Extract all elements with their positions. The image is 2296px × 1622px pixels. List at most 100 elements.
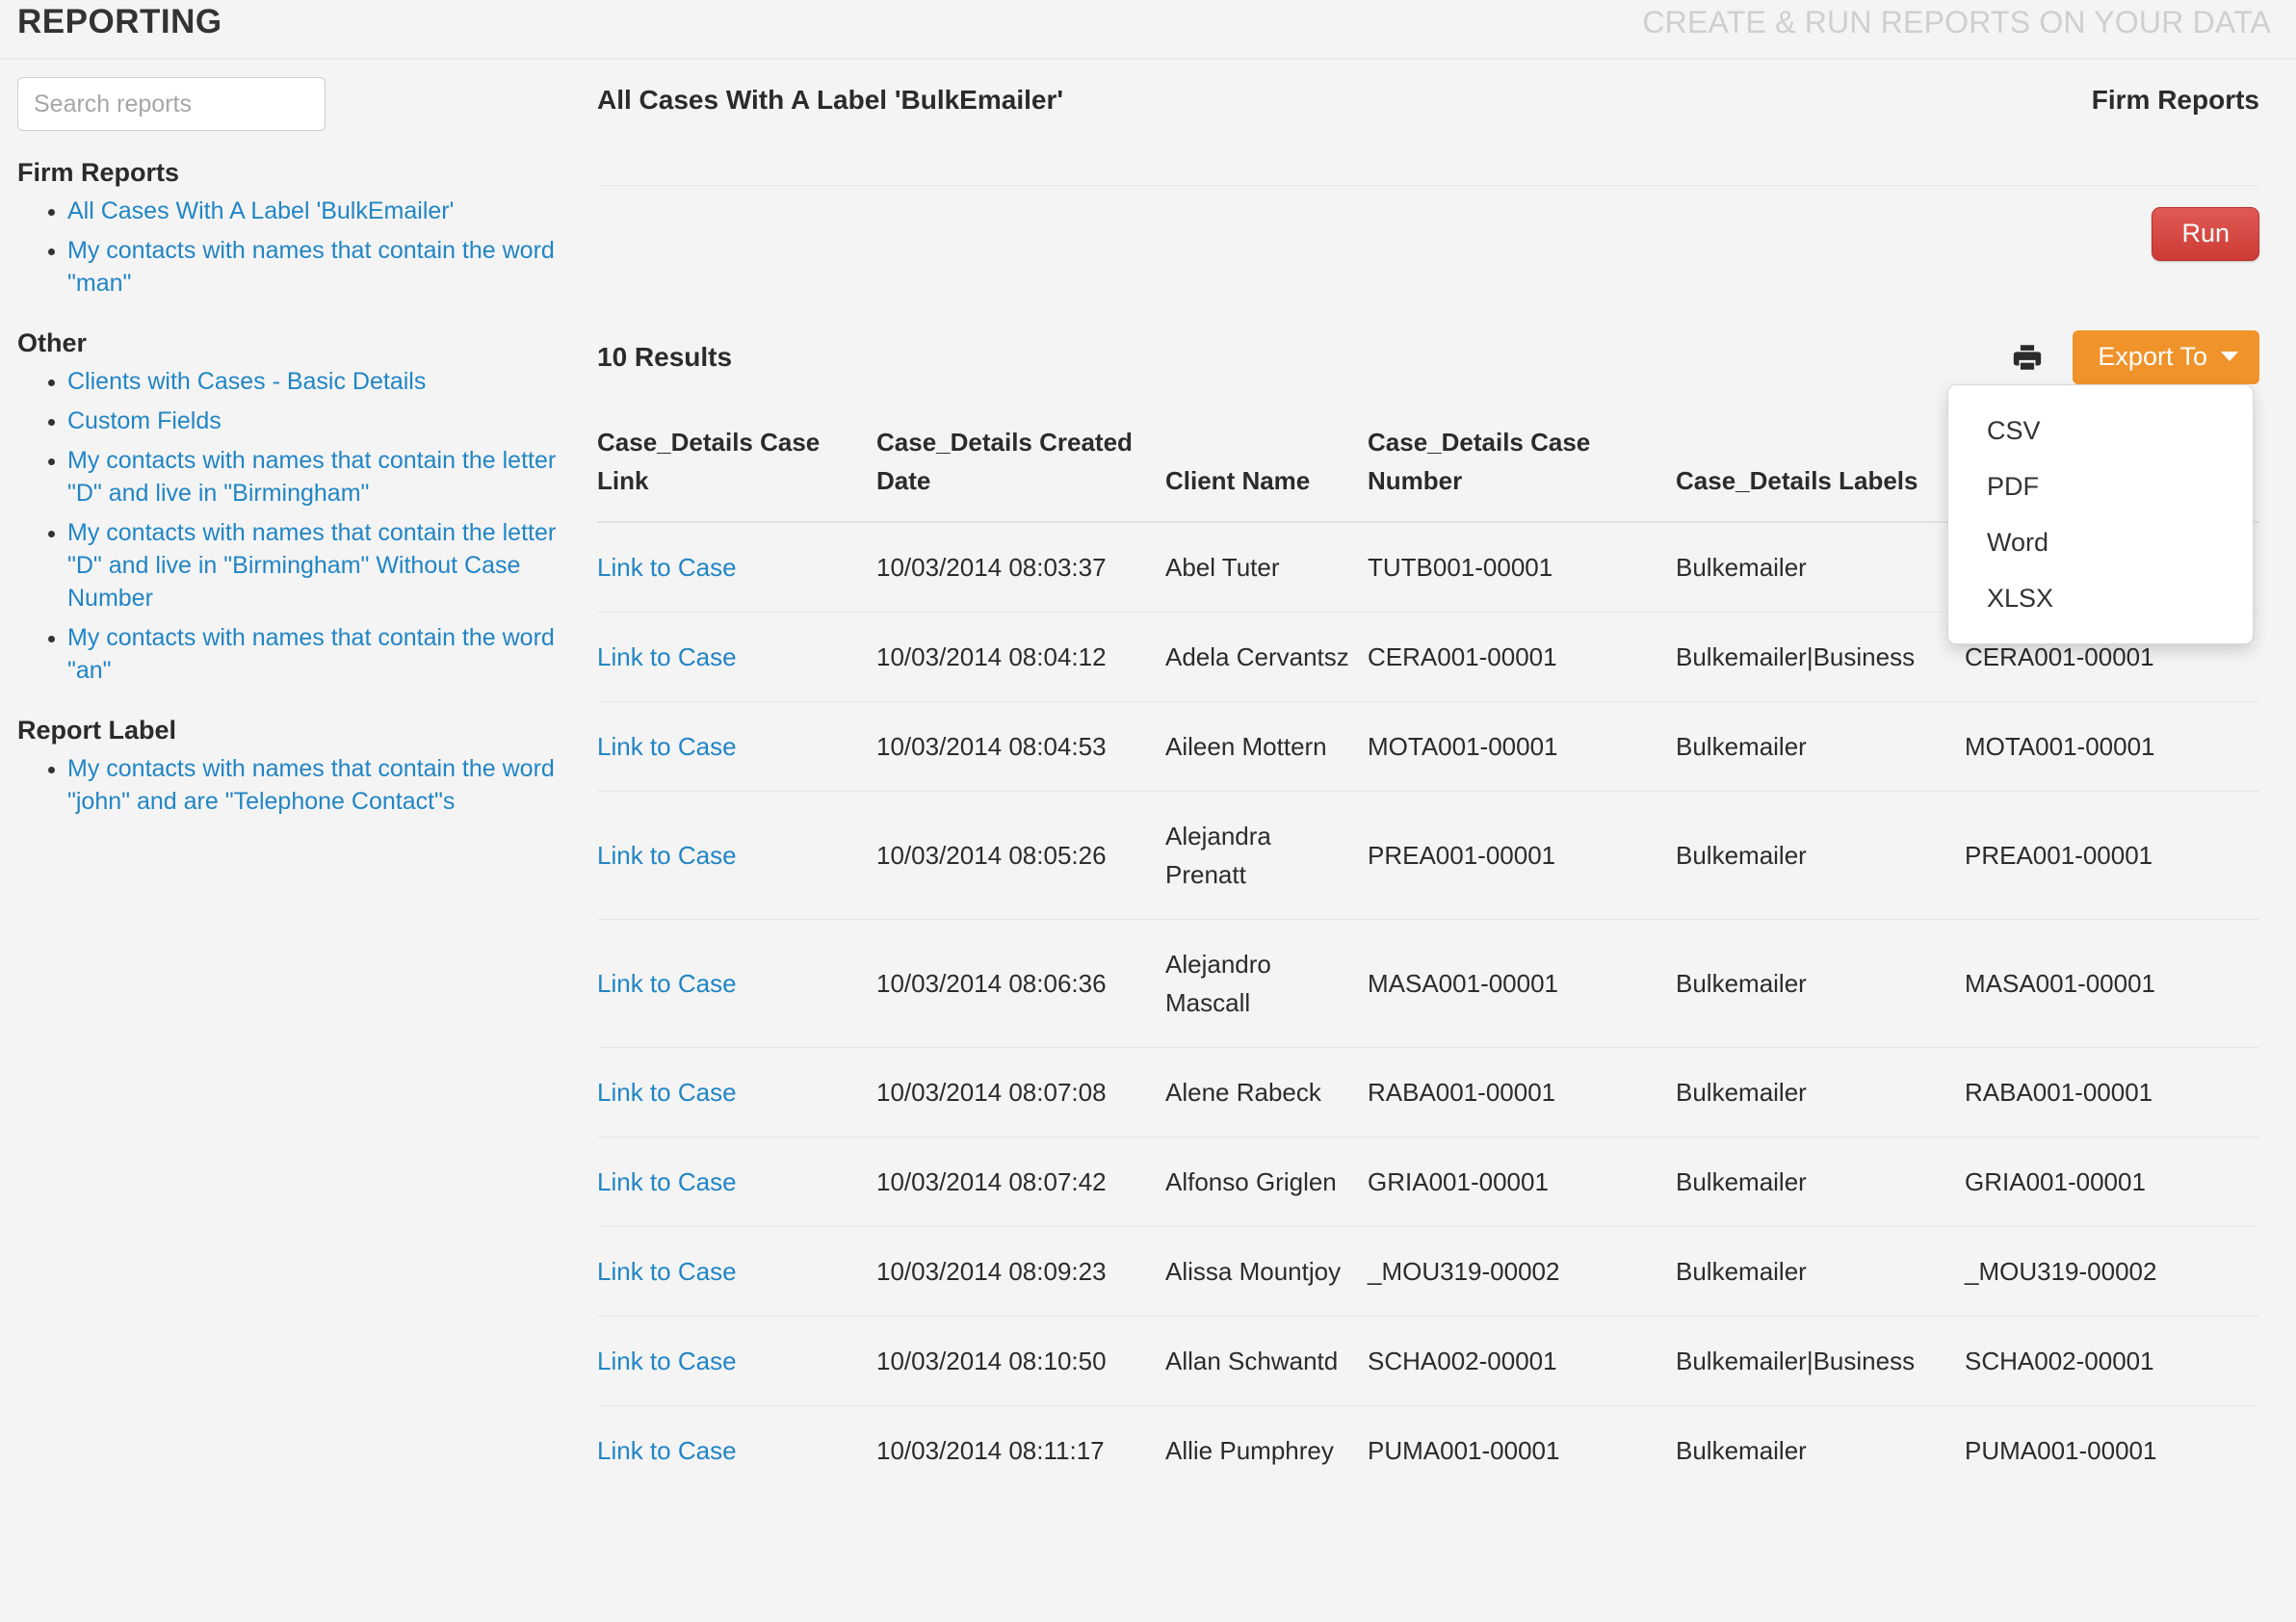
report-group-label: Firm Reports <box>2092 81 2259 119</box>
sidebar-report-link[interactable]: All Cases With A Label 'BulkEmailer' <box>67 197 454 224</box>
link-to-case-link[interactable]: Link to Case <box>597 969 737 998</box>
cell-client-name: Aileen Mottern <box>1165 702 1368 792</box>
list-item: My contacts with names that contain the … <box>67 754 559 820</box>
sidebar-report-link[interactable]: Clients with Cases - Basic Details <box>67 368 426 395</box>
cell-labels: Bulkemailer <box>1676 792 1965 920</box>
cell-created-date: 10/03/2014 08:04:53 <box>876 702 1165 792</box>
page-title: All Cases With A Label 'BulkEmailer' <box>597 81 1063 119</box>
sidebar-list: My contacts with names that contain the … <box>17 754 559 820</box>
run-button[interactable]: Run <box>2152 207 2259 261</box>
cell-case-number: TUTB001-00001 <box>1368 522 1676 613</box>
table-row: Link to Case10/03/2014 08:05:26Alejandra… <box>597 792 2259 920</box>
export-to-button[interactable]: Export To <box>2073 330 2259 384</box>
cell-created-date: 10/03/2014 08:10:50 <box>876 1317 1165 1406</box>
export-to-label: Export To <box>2098 341 2207 372</box>
link-to-case-link[interactable]: Link to Case <box>597 642 737 671</box>
link-to-case-link[interactable]: Link to Case <box>597 553 737 582</box>
cell-case-number-2: RABA001-00001 <box>1965 1048 2259 1138</box>
chevron-down-icon <box>2221 352 2238 361</box>
table-row: Link to Case10/03/2014 08:07:08Alene Rab… <box>597 1048 2259 1138</box>
cell-case-number: MOTA001-00001 <box>1368 702 1676 792</box>
cell-created-date: 10/03/2014 08:03:37 <box>876 522 1165 613</box>
cell-case-link: Link to Case <box>597 1227 876 1317</box>
sidebar-report-link[interactable]: My contacts with names that contain the … <box>67 447 556 507</box>
app-title: REPORTING <box>17 0 222 44</box>
cell-case-link: Link to Case <box>597 1317 876 1406</box>
cell-client-name: Alejandro Mascall <box>1165 920 1368 1048</box>
cell-created-date: 10/03/2014 08:04:12 <box>876 613 1165 702</box>
cell-case-link: Link to Case <box>597 1406 876 1496</box>
table-row: Link to Case10/03/2014 08:06:36Alejandro… <box>597 920 2259 1048</box>
cell-labels: Bulkemailer <box>1676 1227 1965 1317</box>
cell-case-number: RABA001-00001 <box>1368 1048 1676 1138</box>
column-header-case-link: Case_Details Case Link <box>597 423 876 522</box>
sidebar-report-link[interactable]: My contacts with names that contain the … <box>67 237 555 297</box>
sidebar-report-link[interactable]: My contacts with names that contain the … <box>67 519 556 612</box>
cell-case-number-2: GRIA001-00001 <box>1965 1138 2259 1227</box>
cell-case-number-2: MASA001-00001 <box>1965 920 2259 1048</box>
cell-case-link: Link to Case <box>597 792 876 920</box>
list-item: My contacts with names that contain the … <box>67 623 559 689</box>
link-to-case-link[interactable]: Link to Case <box>597 1078 737 1107</box>
cell-created-date: 10/03/2014 08:09:23 <box>876 1227 1165 1317</box>
link-to-case-link[interactable]: Link to Case <box>597 1167 737 1196</box>
cell-case-number-2: PUMA001-00001 <box>1965 1406 2259 1496</box>
list-item: My contacts with names that contain the … <box>67 518 559 616</box>
export-menu-item-csv[interactable]: CSV <box>1948 403 2253 458</box>
cell-created-date: 10/03/2014 08:11:17 <box>876 1406 1165 1496</box>
reports-sidebar: Firm Reports All Cases With A Label 'Bul… <box>0 60 578 826</box>
cell-case-link: Link to Case <box>597 920 876 1048</box>
cell-created-date: 10/03/2014 08:07:08 <box>876 1048 1165 1138</box>
search-reports-input[interactable] <box>17 77 326 131</box>
link-to-case-link[interactable]: Link to Case <box>597 841 737 870</box>
sidebar-report-link[interactable]: My contacts with names that contain the … <box>67 755 555 815</box>
cell-labels: Bulkemailer <box>1676 702 1965 792</box>
cell-case-number: SCHA002-00001 <box>1368 1317 1676 1406</box>
cell-case-link: Link to Case <box>597 522 876 613</box>
cell-labels: Bulkemailer|Business <box>1676 1317 1965 1406</box>
cell-labels: Bulkemailer <box>1676 1406 1965 1496</box>
link-to-case-link[interactable]: Link to Case <box>597 1347 737 1375</box>
cell-case-number: MASA001-00001 <box>1368 920 1676 1048</box>
results-bar: 10 Results Export To <box>595 330 2269 384</box>
cell-case-number: CERA001-00001 <box>1368 613 1676 702</box>
table-row: Link to Case10/03/2014 08:07:42Alfonso G… <box>597 1138 2259 1227</box>
link-to-case-link[interactable]: Link to Case <box>597 1257 737 1286</box>
export-dropdown-menu: CSV PDF Word XLSX <box>1947 384 2254 644</box>
column-header-case-number: Case_Details Case Number <box>1368 423 1676 522</box>
cell-client-name: Allie Pumphrey <box>1165 1406 1368 1496</box>
cell-client-name: Alissa Mountjoy <box>1165 1227 1368 1317</box>
cell-case-number-2: SCHA002-00001 <box>1965 1317 2259 1406</box>
export-menu-item-pdf[interactable]: PDF <box>1948 458 2253 514</box>
link-to-case-link[interactable]: Link to Case <box>597 1436 737 1465</box>
column-header-created-date: Case_Details Created Date <box>876 423 1165 522</box>
list-item: Clients with Cases - Basic Details <box>67 367 559 400</box>
cell-case-link: Link to Case <box>597 613 876 702</box>
cell-client-name: Allan Schwantd <box>1165 1317 1368 1406</box>
cell-labels: Bulkemailer <box>1676 522 1965 613</box>
cell-case-number: PREA001-00001 <box>1368 792 1676 920</box>
sidebar-report-link[interactable]: Custom Fields <box>67 407 222 434</box>
cell-case-link: Link to Case <box>597 1138 876 1227</box>
cell-labels: Bulkemailer <box>1676 1138 1965 1227</box>
results-actions: Export To <box>2011 330 2259 384</box>
list-item: Custom Fields <box>67 406 559 439</box>
export-menu-item-xlsx[interactable]: XLSX <box>1948 570 2253 626</box>
cell-case-number-2: _MOU319-00002 <box>1965 1227 2259 1317</box>
run-row: Run <box>595 186 2269 261</box>
sidebar-report-link[interactable]: My contacts with names that contain the … <box>67 624 555 684</box>
cell-case-number-2: PREA001-00001 <box>1965 792 2259 920</box>
export-menu-item-word[interactable]: Word <box>1948 514 2253 570</box>
cell-labels: Bulkemailer <box>1676 1048 1965 1138</box>
sidebar-group-firm-reports: Firm Reports All Cases With A Label 'Bul… <box>17 156 559 301</box>
cell-case-number: _MOU319-00002 <box>1368 1227 1676 1317</box>
cell-client-name: Alfonso Griglen <box>1165 1138 1368 1227</box>
printer-icon[interactable] <box>2011 341 2044 374</box>
sidebar-group-title: Firm Reports <box>17 156 559 189</box>
list-item: My contacts with names that contain the … <box>67 236 559 301</box>
cell-case-link: Link to Case <box>597 1048 876 1138</box>
list-item: All Cases With A Label 'BulkEmailer' <box>67 196 559 229</box>
sidebar-list: All Cases With A Label 'BulkEmailer' My … <box>17 196 559 301</box>
cell-client-name: Adela Cervantsz <box>1165 613 1368 702</box>
link-to-case-link[interactable]: Link to Case <box>597 732 737 761</box>
